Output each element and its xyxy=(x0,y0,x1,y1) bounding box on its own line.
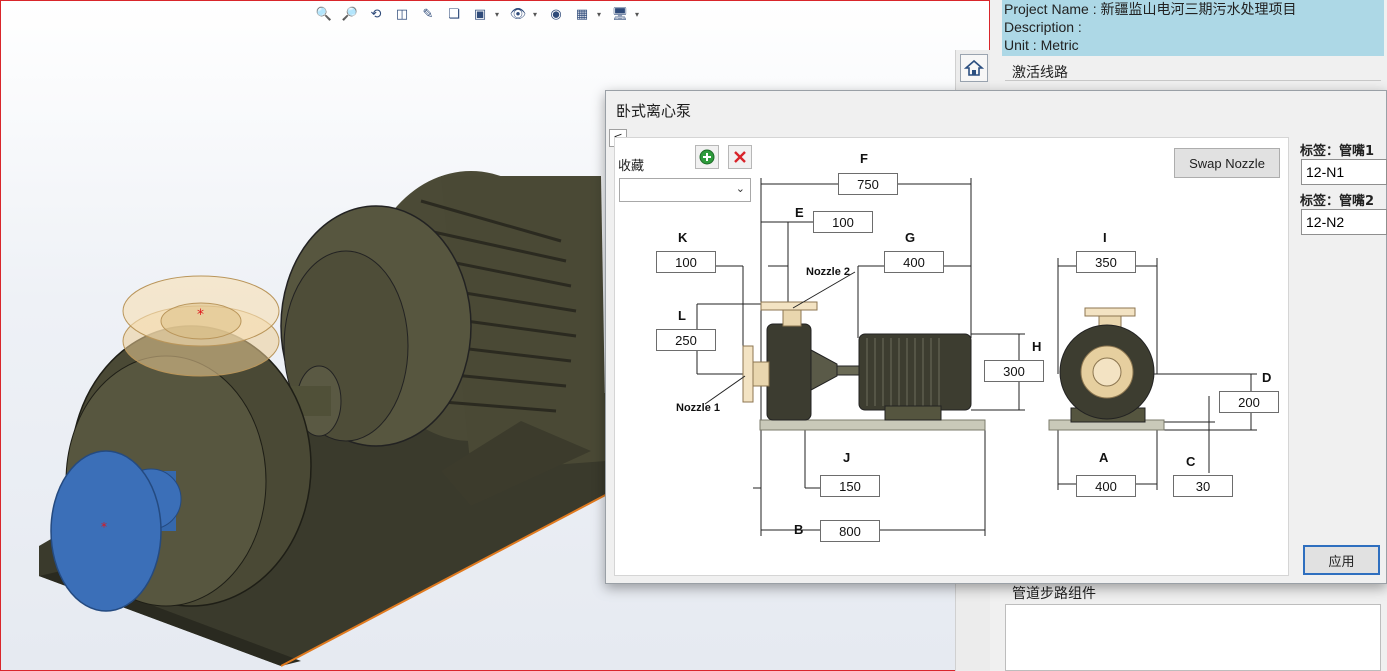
pump-dialog: 卧式离心泵 < 收藏 ⌄ Swap Nozzle xyxy=(605,90,1387,584)
side-suction-neck xyxy=(752,361,770,387)
nozzle1-leader xyxy=(704,375,746,405)
assembly-list[interactable] xyxy=(1005,604,1381,671)
dim-I-letter: I xyxy=(1103,230,1107,245)
side-motor-foot xyxy=(884,405,942,421)
side-base-plate xyxy=(759,419,986,431)
dim-A-input[interactable]: 400 xyxy=(1076,475,1136,497)
route-section-divider xyxy=(1005,80,1381,81)
side-discharge-flange xyxy=(760,301,818,311)
nozzle2-label: Nozzle 2 xyxy=(806,266,851,278)
dim-K-letter: K xyxy=(678,230,688,245)
end-suction-bore xyxy=(1092,357,1122,387)
project-info: Project Name : 新疆监山电河三期污水处理项目 Descriptio… xyxy=(1002,0,1384,56)
tag2-input[interactable]: 12-N2 xyxy=(1301,209,1387,235)
dim-K-input[interactable]: 100 xyxy=(656,251,716,273)
dim-C-input[interactable]: 30 xyxy=(1173,475,1233,497)
dim-L-letter: L xyxy=(678,308,686,323)
suction-point-marker: * xyxy=(101,520,107,534)
project-unit: Unit : Metric xyxy=(1004,37,1079,53)
project-name: Project Name : 新疆监山电河三期污水处理项目 xyxy=(1004,1,1297,17)
assembly-section-title: 管道步路组件 xyxy=(1012,585,1096,601)
dim-D-input[interactable]: 200 xyxy=(1219,391,1279,413)
dim-H-letter: H xyxy=(1032,339,1042,354)
dim-G-letter: G xyxy=(905,230,916,245)
tag1-label: 标签：管嘴1 xyxy=(1300,144,1375,159)
side-bearing-housing xyxy=(810,349,838,391)
home-button[interactable] xyxy=(960,54,988,82)
dim-F-letter: F xyxy=(860,151,868,166)
dim-D-letter: D xyxy=(1262,370,1272,385)
home-icon xyxy=(963,59,985,76)
discharge-point-marker: * xyxy=(197,307,204,323)
side-pump-casing xyxy=(766,323,812,421)
dialog-title: 卧式离心泵 xyxy=(616,102,692,120)
dim-G-input[interactable]: 400 xyxy=(884,251,944,273)
dim-H-input[interactable]: 300 xyxy=(984,360,1044,382)
dim-L-input[interactable]: 250 xyxy=(656,329,716,351)
end-discharge-flange xyxy=(1084,307,1136,317)
tag1-input[interactable]: 12-N1 xyxy=(1301,159,1387,185)
dim-E-input[interactable]: 100 xyxy=(813,211,873,233)
apply-button[interactable]: 应用 xyxy=(1303,545,1380,575)
route-section-title: 激活线路 xyxy=(1012,64,1068,80)
dim-C-letter: C xyxy=(1186,454,1196,469)
dim-A-letter: A xyxy=(1099,450,1109,465)
dim-J-letter: J xyxy=(843,450,851,465)
dim-B-letter: B xyxy=(794,522,804,537)
side-coupling xyxy=(836,365,860,376)
pump-schematic xyxy=(696,178,1257,536)
nozzle1-label: Nozzle 1 xyxy=(676,402,721,414)
dim-E-letter: E xyxy=(795,205,804,220)
dimension-panel: 收藏 ⌄ Swap Nozzle F E K G I L H D J A C B… xyxy=(614,137,1289,576)
project-description: Description : xyxy=(1004,19,1082,35)
tag2-label: 标签：管嘴2 xyxy=(1300,194,1375,209)
side-suction-flange xyxy=(742,345,754,403)
dim-J-input[interactable]: 150 xyxy=(820,475,880,497)
dim-B-input[interactable]: 800 xyxy=(820,520,880,542)
dim-F-input[interactable]: 750 xyxy=(838,173,898,195)
dim-I-input[interactable]: 350 xyxy=(1076,251,1136,273)
